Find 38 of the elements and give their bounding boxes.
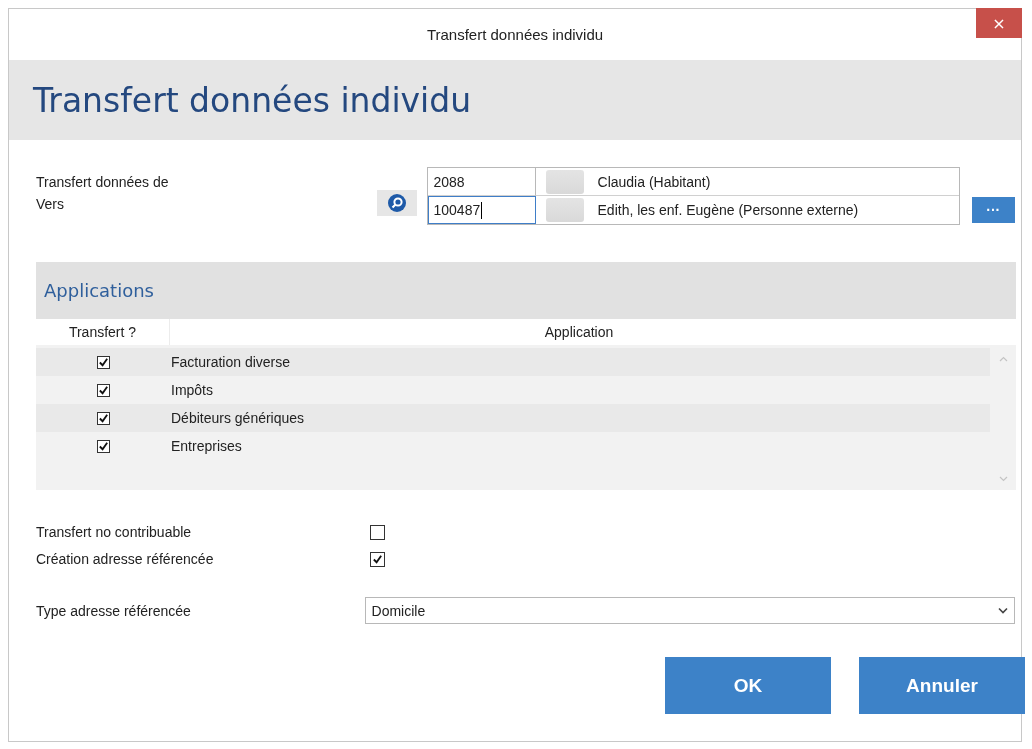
number-field[interactable]: 2088 <box>427 168 536 196</box>
table-cell: Entreprises <box>171 438 242 454</box>
column-header: Transfert ? <box>36 319 170 345</box>
table-row[interactable]: Débiteurs génériques <box>36 404 990 432</box>
window-title: Transfert données individu <box>426 26 604 43</box>
number-field[interactable]: 100487 <box>427 196 536 224</box>
checkbox[interactable] <box>97 411 110 425</box>
close-button[interactable]: × <box>976 8 1022 38</box>
person-name: Claudia (Habitant) <box>597 173 711 190</box>
column-header: Application <box>543 324 615 340</box>
table-cell: Facturation diverse <box>171 354 291 370</box>
table-row[interactable]: Entreprises <box>36 432 990 460</box>
checkbox[interactable] <box>97 355 110 369</box>
checkbox[interactable] <box>97 439 110 453</box>
checkbox[interactable] <box>370 551 385 567</box>
table-row[interactable]: Facturation diverse <box>36 348 990 376</box>
panel-title: Applications <box>44 280 154 301</box>
option-label: Transfert no contribuable <box>36 524 193 540</box>
table-cell: Impôts <box>171 382 213 398</box>
address-type-dropdown[interactable]: Domicile <box>364 597 1015 624</box>
redaction-block <box>545 169 584 194</box>
cancel-button[interactable]: Annuler <box>859 657 1025 714</box>
table-cell: Débiteurs génériques <box>171 410 305 426</box>
dialog-heading: Transfert données individu <box>33 80 472 120</box>
field-label: Transfert données de <box>36 173 170 192</box>
person-name: Edith, les enf. Eugène (Personne externe) <box>597 202 859 218</box>
more-button[interactable]: ··· <box>971 197 1015 223</box>
field-label: Vers <box>36 195 65 214</box>
search-button[interactable] <box>377 190 418 216</box>
option-label: Création adresse référencée <box>36 551 215 567</box>
search-icon <box>388 194 407 212</box>
checkbox[interactable] <box>370 524 385 540</box>
field-label: Type adresse référencée <box>36 602 192 619</box>
table-row[interactable]: Impôts <box>36 376 990 404</box>
chevron-down-icon <box>998 607 1008 614</box>
ok-button[interactable]: OK <box>665 657 831 714</box>
redaction-block <box>545 198 584 222</box>
checkbox[interactable] <box>97 383 110 397</box>
